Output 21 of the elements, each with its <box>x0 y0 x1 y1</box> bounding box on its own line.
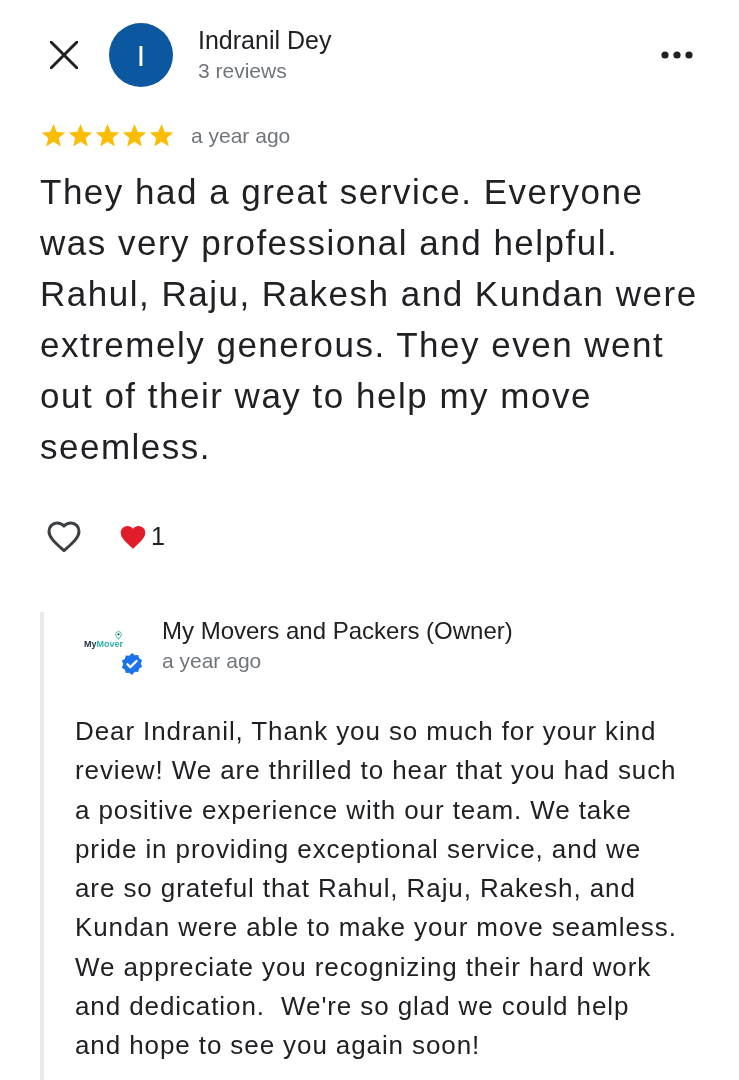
map-pin-icon <box>115 630 122 640</box>
avatar: I <box>109 23 173 87</box>
review-text: They had a great service. Everyone was very professional and helpful. Rahul, Raju, Rakesh and Kundan were extremely generous. They even went out of their way to help my move seemless. <box>40 170 699 468</box>
close-icon[interactable] <box>50 41 78 69</box>
logo-text: My <box>84 638 97 649</box>
verified-badge-icon <box>121 652 143 675</box>
star-icon <box>41 123 66 148</box>
star-icon <box>95 123 120 148</box>
reviewer-name[interactable]: Indranil Dey <box>198 24 332 56</box>
star-icon <box>68 123 93 148</box>
heart-outline-icon[interactable] <box>46 519 82 553</box>
review-count: 3 reviews <box>198 57 288 84</box>
logo-text: Mover <box>96 638 124 649</box>
review-time: a year ago <box>191 123 291 149</box>
reply-time: a year ago <box>162 648 263 674</box>
star-icon <box>122 123 147 148</box>
more-options-icon[interactable] <box>661 51 693 59</box>
owner-reply-text: Dear Indranil, Thank you so much for your kind review! We are thrilled to hear that you had such a positive experience with our team. We take pride in providing exceptional service, and we are so grateful that Rahul, Raju, Rakesh, and Kundan were able to make your move seamless. We appreciate you recognizing their hard work and dedication. We're so glad we could help and hope to see you again soon! <box>75 715 678 1063</box>
reaction-count: 1 <box>151 520 165 552</box>
owner-name: My Movers and Packers (Owner) <box>162 616 513 646</box>
star-icon <box>149 123 174 148</box>
